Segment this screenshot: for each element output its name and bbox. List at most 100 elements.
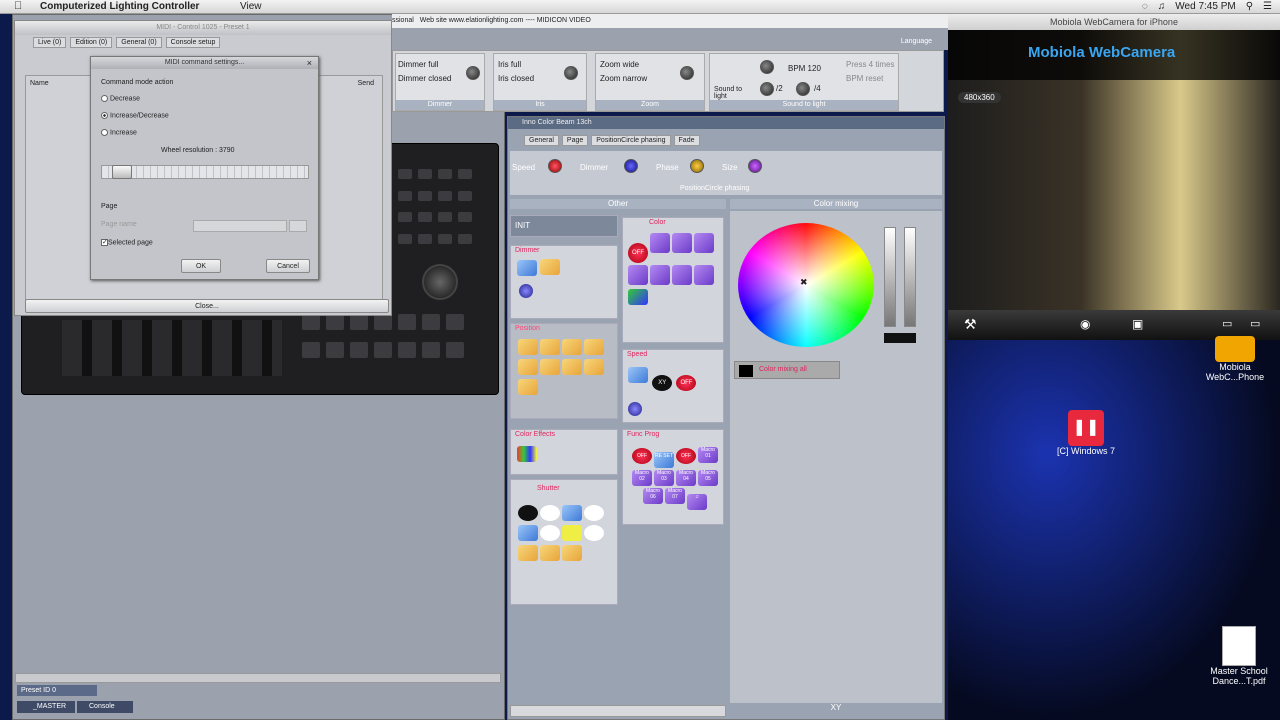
desktop-item-pdf[interactable]: Master School Dance...T.pdf [1200,626,1278,686]
folder-icon[interactable]: ▭ [1222,317,1232,330]
dimmer-closed-button[interactable]: Dimmer closed [398,74,451,83]
rainbow-effect-icon[interactable] [517,446,537,462]
speed-xy-button[interactable]: XY [652,375,673,391]
spiral-effect-icon[interactable] [562,339,582,355]
func-off-button[interactable]: OFF [632,448,652,464]
dimmer-knob-icon[interactable] [466,66,480,80]
line-effect-icon[interactable] [562,359,582,375]
color-swatch-icon[interactable] [672,265,692,285]
sound-knob-icon[interactable] [760,60,774,74]
macro-button[interactable]: Macro 03 [654,470,674,486]
saturation-slider[interactable] [904,227,916,327]
apple-icon[interactable]:  [14,0,22,12]
video-icon[interactable]: ▣ [1132,317,1143,331]
shutter-open-icon[interactable] [584,525,604,541]
option-decrease[interactable]: Decrease [101,95,140,102]
folder-icon[interactable]: ▭ [1250,317,1260,330]
shutter-open-icon[interactable] [540,525,560,541]
macro-button[interactable]: Macro 01 [698,447,718,463]
option-increase-decrease[interactable]: Increase/Decrease [101,112,169,119]
page-name-input[interactable] [193,220,287,232]
tab-page[interactable]: Page [561,135,589,146]
flash-icon[interactable] [562,525,582,541]
console-tab[interactable]: Console [77,701,133,713]
ok-button[interactable]: OK [181,259,221,273]
page-name-button[interactable] [289,220,307,232]
pulse-icon[interactable] [518,525,538,541]
dimmer-knob-icon[interactable] [624,159,638,173]
fan-effect-icon[interactable] [584,339,604,355]
dialog-close-icon[interactable]: × [307,58,312,68]
tab-general[interactable]: General [524,135,559,146]
tab-live[interactable]: Live (0) [33,37,67,48]
div2-knob-icon[interactable] [760,82,774,96]
iris-closed-button[interactable]: Iris closed [498,74,534,83]
color-mixing-all-button[interactable]: Color mixing all [734,361,840,379]
iris-knob-icon[interactable] [564,66,578,80]
div4-knob-icon[interactable] [796,82,810,96]
strobe-icon[interactable] [562,505,582,521]
macro-button[interactable]: Macro 06 [643,488,663,504]
shutter-effect-icon[interactable] [562,545,582,561]
app-menu[interactable]: Computerized Lighting Controller [40,1,199,12]
desktop-item-mobiola[interactable]: Mobiola WebC...Phone [1200,336,1270,382]
zoom-knob-icon[interactable] [680,66,694,80]
color-swatch-icon[interactable] [628,265,648,285]
color-swatch-icon[interactable] [694,265,714,285]
speed-knob-icon[interactable] [628,402,642,416]
view-menu[interactable]: View [240,1,262,12]
clock[interactable]: Wed 7:45 PM [1175,1,1235,12]
speed-off-button[interactable]: OFF [676,375,697,391]
tab-general[interactable]: General (0) [116,37,162,48]
speed-effect-icon[interactable] [628,367,648,383]
resolution-slider[interactable] [101,165,309,179]
color-wheel[interactable]: ✖ [738,223,874,347]
shutter-effect-icon[interactable] [540,545,560,561]
macro-button[interactable]: Macro 07 [665,488,685,504]
size-knob-icon[interactable] [748,159,762,173]
reset-button[interactable]: RE SET [654,452,674,468]
horizontal-scrollbar[interactable] [15,673,501,683]
language-menu[interactable]: Language [901,38,932,45]
zoom-wide-button[interactable]: Zoom wide [600,60,639,69]
zoom-narrow-button[interactable]: Zoom narrow [600,74,647,83]
slider-thumb[interactable] [112,165,132,179]
dimmer-effect-icon[interactable] [540,259,561,275]
dimmer-full-button[interactable]: Dimmer full [398,60,438,69]
crosshair-icon[interactable]: ✖ [800,277,808,288]
desktop-item-windows[interactable]: ❚❚ [C] Windows 7 [1048,410,1124,456]
macro-button[interactable]: Macro 04 [676,470,696,486]
shutter-open-icon[interactable] [584,505,604,521]
tab-position-circle[interactable]: PositionCircle phasing [591,135,671,146]
wifi-icon[interactable]: ◌ [1142,1,1148,12]
close-button[interactable]: Close... [25,299,389,313]
cancel-button[interactable]: Cancel [266,259,310,273]
color-swatch-icon[interactable] [650,233,670,253]
pan-effect-icon[interactable] [584,359,604,375]
speaker-icon[interactable]: ♫ [687,494,707,510]
dimmer-knob-icon[interactable] [519,284,533,298]
shutter-open-icon[interactable] [540,505,560,521]
fixture-scrollbar[interactable] [510,705,726,717]
color-swatch-icon[interactable] [694,233,714,253]
color-off-button[interactable]: OFF [628,243,648,263]
macro-button[interactable]: Macro 05 [698,470,718,486]
init-button[interactable]: INIT [510,215,618,237]
bpm-reset-button[interactable]: BPM reset [846,74,883,83]
color-wheel-effect-icon[interactable] [628,289,648,305]
random-effect-icon[interactable] [518,379,538,395]
wave-effect-icon[interactable] [518,359,538,375]
shutter-effect-icon[interactable] [518,545,538,561]
dimmer-effect-icon[interactable] [517,260,537,276]
color-swatch-icon[interactable] [650,265,670,285]
selected-page-checkbox[interactable]: ✓Selected page [101,239,153,246]
spotlight-icon[interactable]: ⚲ [1246,1,1253,12]
eight-effect-icon[interactable] [540,339,560,355]
circle-effect-icon[interactable] [518,339,538,355]
shutter-closed-icon[interactable] [518,505,538,521]
speed-knob-icon[interactable] [548,159,562,173]
phase-knob-icon[interactable] [690,159,704,173]
tab-console-setup[interactable]: Console setup [165,37,221,48]
tab-fade[interactable]: Fade [673,135,700,146]
option-increase[interactable]: Increase [101,129,137,136]
